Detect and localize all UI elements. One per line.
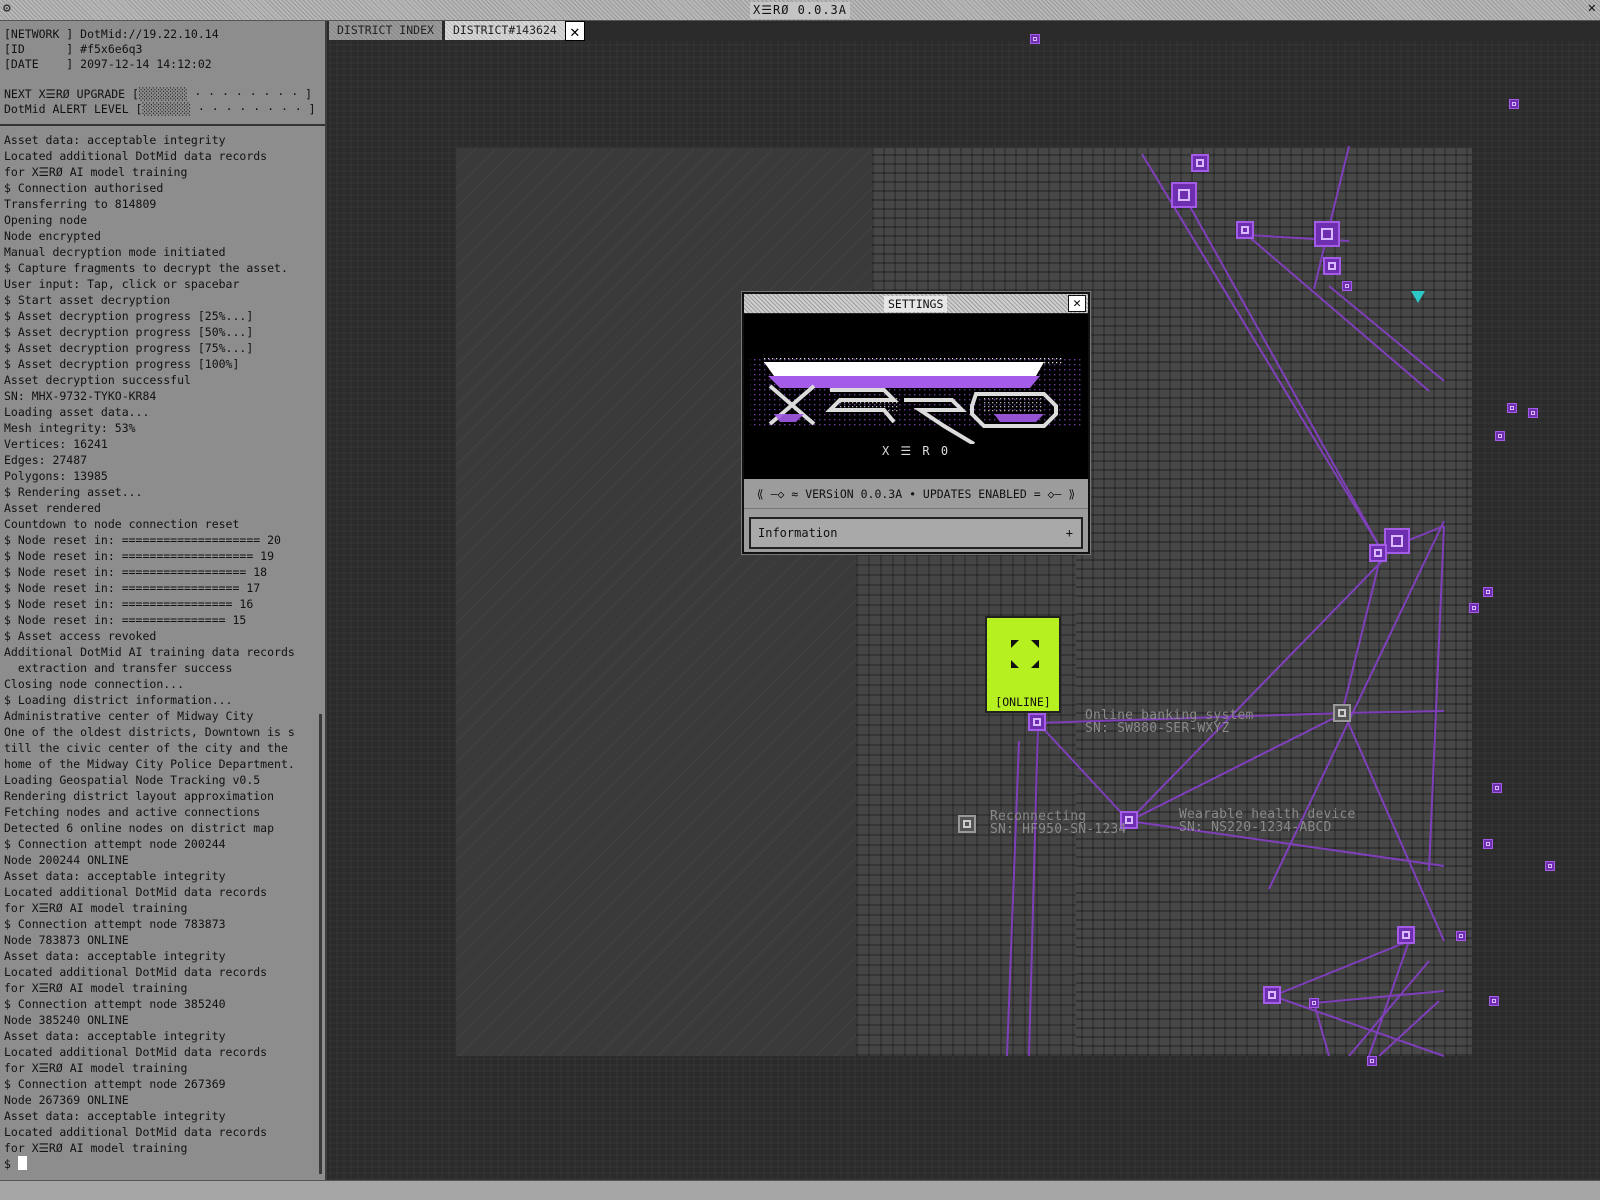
map-node[interactable] (1509, 99, 1519, 109)
settings-dialog: SETTINGS ✕ X ☰ R 0 ⟪ –◇ ≈ VERSiON 0.0.3A… (742, 292, 1090, 554)
terminal-log: Asset data: acceptable integrity Located… (0, 126, 325, 1172)
map-node[interactable] (958, 815, 976, 833)
date-line: [DATE ] 2097-12-14 14:12:02 (4, 57, 212, 71)
tab-close-icon[interactable]: ✕ (564, 21, 585, 41)
map-node[interactable] (1456, 931, 1466, 941)
xero-logo-banner: X ☰ R 0 (744, 314, 1088, 479)
map-node[interactable] (1314, 221, 1340, 247)
map-node[interactable] (1469, 603, 1479, 613)
map-node[interactable] (1030, 34, 1040, 44)
tab-district-index[interactable]: DISTRICT INDEX (329, 21, 442, 40)
tab-district-143624[interactable]: DISTRICT#143624 (444, 21, 565, 40)
map-node[interactable] (1236, 221, 1254, 239)
map-node[interactable] (1545, 861, 1555, 871)
online-status: [ONLINE] (995, 695, 1051, 709)
terminal-prompt: $ (4, 1157, 18, 1171)
log-scrollbar[interactable] (319, 714, 322, 1174)
map-node[interactable] (1367, 1056, 1377, 1066)
dialog-title: SETTINGS (884, 296, 948, 312)
expand-icon (1011, 640, 1039, 668)
app-titlebar: ⚙ X☰RØ 0.0.3A ✕ (0, 0, 1600, 21)
online-fullscreen-button[interactable]: [ONLINE] (985, 616, 1061, 713)
map-node[interactable] (1171, 182, 1197, 208)
system-info: [NETWORK ] DotMid://19.22.10.14 [ID ] #f… (0, 21, 325, 126)
node-connections (1006, 145, 1445, 1057)
network-line: [NETWORK ] DotMid://19.22.10.14 (4, 27, 219, 41)
logo-tagline: X ☰ R 0 (881, 444, 951, 458)
node-label-banking: Online banking system SN: SW880-SER-WXYZ (1085, 708, 1254, 736)
map-node[interactable] (1333, 704, 1351, 722)
map-node[interactable] (1495, 431, 1505, 441)
alert-meter: ░░░░░░░ · · · · · · · · ] (142, 102, 316, 116)
map-node[interactable] (1483, 587, 1493, 597)
close-icon[interactable]: ✕ (1588, 0, 1596, 16)
upgrade-label: NEXT X☰RØ UPGRADE [ (4, 87, 139, 101)
map-node[interactable] (1492, 783, 1502, 793)
map-node[interactable] (1028, 713, 1046, 731)
map-node[interactable] (1191, 154, 1209, 172)
map-node[interactable] (1369, 544, 1387, 562)
node-label-reconnecting: Reconnecting SN: HF950-SN-1234 (990, 809, 1127, 837)
dialog-titlebar[interactable]: SETTINGS ✕ (744, 294, 1088, 314)
map-node[interactable] (1342, 281, 1352, 291)
map-node[interactable] (1528, 408, 1538, 418)
map-node[interactable] (1397, 926, 1415, 944)
map-node[interactable] (1263, 986, 1281, 1004)
terminal-cursor[interactable] (17, 1156, 27, 1170)
information-accordion[interactable]: Information + (749, 517, 1083, 549)
map-marker-icon[interactable] (1411, 291, 1425, 303)
bottom-status-bar (0, 1180, 1600, 1200)
app-title: X☰RØ 0.0.3A (750, 2, 851, 19)
map-node[interactable] (1309, 998, 1319, 1008)
version-line: ⟪ –◇ ≈ VERSiON 0.0.3A • UPDATES ENABLED … (744, 479, 1088, 509)
information-label: Information (758, 526, 838, 540)
district-map[interactable]: Online banking system SN: SW880-SER-WXYZ… (329, 34, 1600, 1180)
map-node[interactable] (1323, 257, 1341, 275)
map-node[interactable] (1384, 528, 1410, 554)
dialog-close-icon[interactable]: ✕ (1068, 295, 1086, 312)
log-text: Asset data: acceptable integrity Located… (4, 133, 295, 1155)
terminal-sidebar: [NETWORK ] DotMid://19.22.10.14 [ID ] #f… (0, 21, 327, 1180)
gear-icon[interactable]: ⚙ (3, 1, 11, 16)
tab-bar: DISTRICT INDEX DISTRICT#143624 ✕ (329, 21, 585, 41)
upgrade-meter: ░░░░░░░ · · · · · · · · ] (138, 87, 313, 101)
map-node[interactable] (1507, 403, 1517, 413)
node-label-wearable: Wearable health device SN: NS220-1234-AB… (1179, 807, 1356, 835)
alert-label: DotMid ALERT LEVEL [ (4, 102, 143, 116)
expand-plus-icon: + (1065, 526, 1073, 540)
id-line: [ID ] #f5x6e6q3 (4, 42, 143, 56)
map-node[interactable] (1483, 839, 1493, 849)
map-node[interactable] (1489, 996, 1499, 1006)
xero-logo-icon (750, 358, 1082, 446)
